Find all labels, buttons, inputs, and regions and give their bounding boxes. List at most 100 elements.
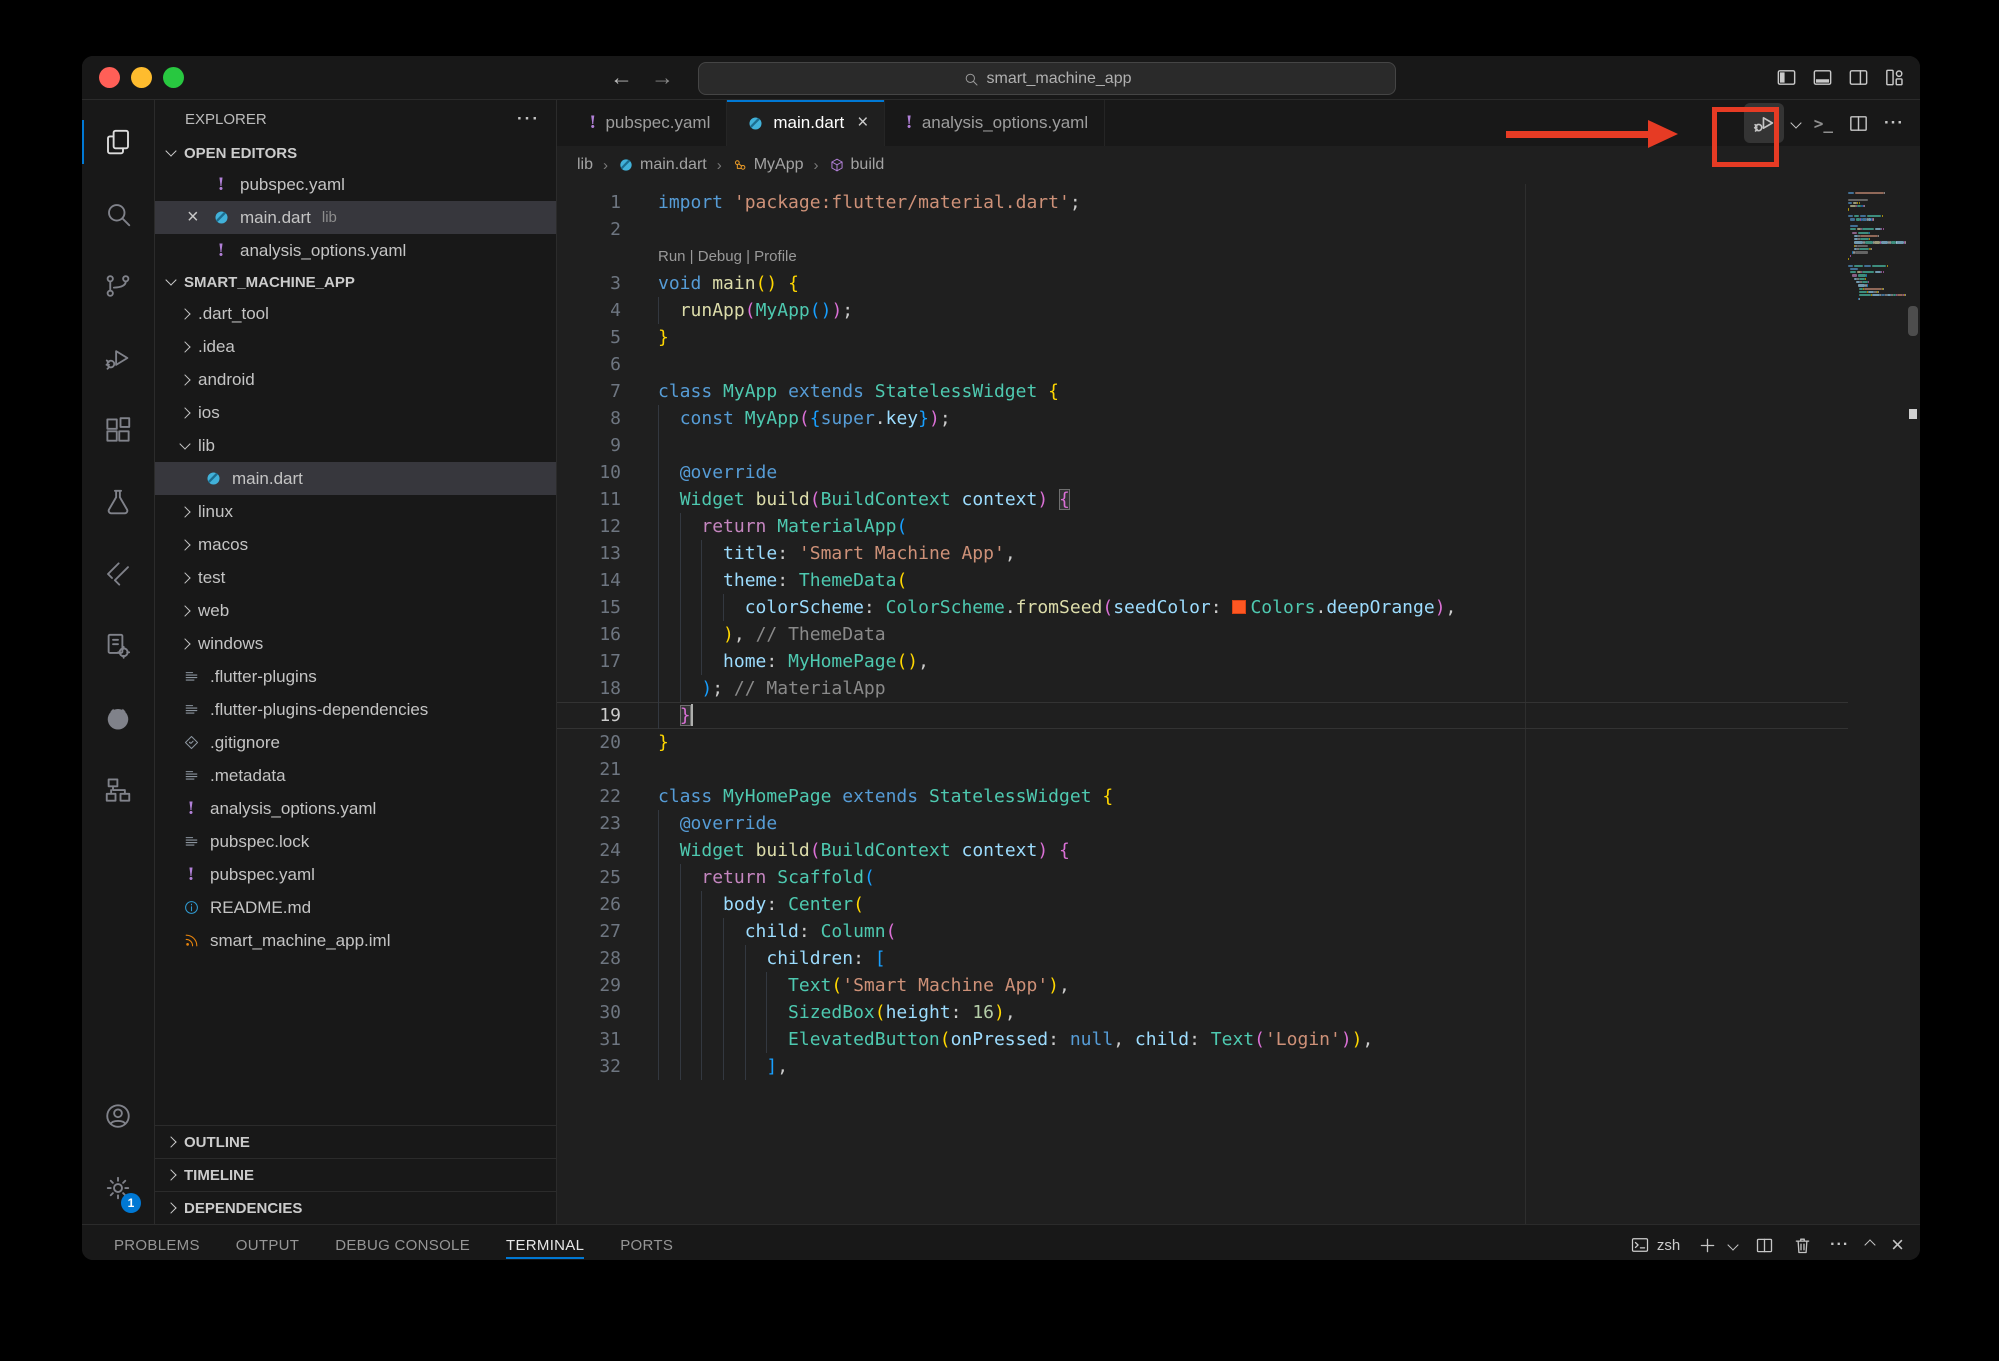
new-terminal-icon[interactable] — [1697, 1235, 1718, 1256]
codelens-row: Run | Debug | Profile — [557, 243, 1848, 270]
tab-main.dart[interactable]: main.dart× — [727, 100, 885, 146]
activity-code-tools[interactable] — [82, 610, 154, 682]
more-actions[interactable]: ··· — [1884, 113, 1904, 133]
section-timeline[interactable]: TIMELINE — [155, 1158, 556, 1191]
overview-ruler[interactable] — [1906, 184, 1920, 1224]
tree-folder-web[interactable]: web — [155, 594, 556, 627]
breadcrumb-lib[interactable]: lib — [577, 156, 593, 174]
scrollbar-thumb[interactable] — [1908, 306, 1918, 336]
nav-back-icon[interactable]: ← — [610, 64, 633, 91]
close-tab-icon[interactable]: × — [857, 112, 868, 134]
minimize-window-button[interactable] — [131, 67, 152, 88]
activity-run-debug[interactable] — [82, 322, 154, 394]
code-line-16: 16 ), // ThemeData — [557, 621, 1848, 648]
split-editor-button[interactable] — [1847, 112, 1870, 135]
line-number: 13 — [557, 540, 621, 567]
minimap[interactable] — [1848, 184, 1906, 1224]
activity-source-control[interactable] — [82, 250, 154, 322]
tree-folder-ios[interactable]: ios — [155, 396, 556, 429]
activity-settings[interactable]: 1 — [82, 1152, 154, 1224]
section-dependencies[interactable]: DEPENDENCIES — [155, 1191, 556, 1224]
tab-pubspec.yaml[interactable]: !pubspec.yaml — [569, 100, 727, 146]
open-editor-analysis_options.yaml[interactable]: !analysis_options.yaml — [155, 234, 556, 267]
tree-folder-.dart_tool[interactable]: .dart_tool — [155, 297, 556, 330]
chevron-down-icon — [1727, 1239, 1738, 1250]
line-number: 12 — [557, 513, 621, 540]
tree-folder-lib[interactable]: lib — [155, 429, 556, 462]
line-number: 11 — [557, 486, 621, 513]
more-icon[interactable]: ··· — [1830, 1236, 1849, 1254]
panel-tab-problems[interactable]: PROBLEMS — [114, 1225, 200, 1260]
tree-file-analysis_options.yaml[interactable]: !analysis_options.yaml — [155, 792, 556, 825]
activity-search[interactable] — [82, 178, 154, 250]
search-icon — [963, 71, 979, 87]
run-dropdown-button[interactable] — [1792, 114, 1800, 132]
activity-project-manager[interactable] — [82, 754, 154, 826]
toggle-primary-sidebar-icon[interactable] — [1774, 66, 1798, 90]
codelens-run-debug-profile[interactable]: Run | Debug | Profile — [658, 243, 797, 270]
close-editor-icon[interactable]: × — [187, 206, 199, 229]
line-number: 8 — [557, 405, 621, 432]
panel-tab-debug-console[interactable]: DEBUG CONSOLE — [335, 1225, 470, 1260]
zoom-window-button[interactable] — [163, 67, 184, 88]
config-file-icon — [181, 701, 201, 718]
close-panel-icon[interactable]: × — [1891, 1232, 1904, 1258]
breadcrumb-build[interactable]: build — [829, 156, 885, 174]
maximize-panel-icon[interactable] — [1866, 1236, 1874, 1254]
split-terminal-icon[interactable] — [1754, 1235, 1775, 1256]
tree-file-.metadata[interactable]: .metadata — [155, 759, 556, 792]
code-area[interactable]: 1import 'package:flutter/material.dart';… — [557, 184, 1920, 1224]
tree-folder-macos[interactable]: macos — [155, 528, 556, 561]
tree-folder-.idea[interactable]: .idea — [155, 330, 556, 363]
terminal-dropdown-icon[interactable] — [1729, 1236, 1737, 1254]
open-editor-label: analysis_options.yaml — [240, 241, 406, 261]
panel-tab-terminal[interactable]: TERMINAL — [506, 1225, 584, 1260]
line-number: 25 — [557, 864, 621, 891]
open-editor-pubspec.yaml[interactable]: !pubspec.yaml — [155, 168, 556, 201]
open-terminal-button[interactable]: >_ — [1814, 114, 1833, 133]
tree-file-smart_machine_app.iml[interactable]: smart_machine_app.iml — [155, 924, 556, 957]
panel-tab-ports[interactable]: PORTS — [620, 1225, 673, 1260]
tree-file-.flutter-plugins-dependencies[interactable]: .flutter-plugins-dependencies — [155, 693, 556, 726]
breadcrumb-main.dart[interactable]: main.dart — [618, 156, 707, 174]
activity-github[interactable] — [82, 682, 154, 754]
tree-folder-android[interactable]: android — [155, 363, 556, 396]
activity-testing[interactable] — [82, 466, 154, 538]
code-editor[interactable]: 1import 'package:flutter/material.dart';… — [557, 184, 1848, 1224]
panel-tab-output[interactable]: OUTPUT — [236, 1225, 299, 1260]
tree-folder-test[interactable]: test — [155, 561, 556, 594]
kill-terminal-icon[interactable] — [1792, 1235, 1813, 1256]
breadcrumb-MyApp[interactable]: MyApp — [732, 156, 804, 174]
color-swatch[interactable] — [1232, 600, 1246, 614]
shell-indicator[interactable]: zsh — [1630, 1235, 1680, 1255]
tree-folder-windows[interactable]: windows — [155, 627, 556, 660]
dart-file-icon — [747, 115, 764, 132]
section-outline[interactable]: OUTLINE — [155, 1125, 556, 1158]
close-window-button[interactable] — [99, 67, 120, 88]
activity-flutter[interactable] — [82, 538, 154, 610]
toggle-secondary-sidebar-icon[interactable] — [1846, 66, 1870, 90]
tree-file-.gitignore[interactable]: .gitignore — [155, 726, 556, 759]
config-file-icon — [181, 833, 201, 850]
activity-explorer[interactable] — [82, 106, 154, 178]
tree-file-README.md[interactable]: README.md — [155, 891, 556, 924]
activity-accounts[interactable] — [82, 1080, 154, 1152]
project-root-header[interactable]: SMART_MACHINE_APP — [155, 267, 556, 297]
explorer-more-icon[interactable]: ··· — [517, 109, 540, 129]
toggle-panel-icon[interactable] — [1810, 66, 1834, 90]
tree-file-main.dart[interactable]: main.dart — [155, 462, 556, 495]
open-editor-main.dart[interactable]: ×main.dartlib — [155, 201, 556, 234]
tree-file-pubspec.lock[interactable]: pubspec.lock — [155, 825, 556, 858]
line-number: 21 — [557, 756, 621, 783]
text-cursor — [691, 704, 693, 726]
command-center-search[interactable]: smart_machine_app — [698, 62, 1396, 95]
open-editors-header[interactable]: OPEN EDITORS — [155, 138, 556, 168]
tree-file-pubspec.yaml[interactable]: !pubspec.yaml — [155, 858, 556, 891]
tree-file-.flutter-plugins[interactable]: .flutter-plugins — [155, 660, 556, 693]
activity-extensions[interactable] — [82, 394, 154, 466]
tab-analysis_options.yaml[interactable]: !analysis_options.yaml — [885, 100, 1105, 146]
chevron-right-icon — [179, 407, 190, 418]
customize-layout-icon[interactable] — [1882, 66, 1906, 90]
nav-forward-icon[interactable]: → — [651, 64, 674, 91]
tree-folder-linux[interactable]: linux — [155, 495, 556, 528]
